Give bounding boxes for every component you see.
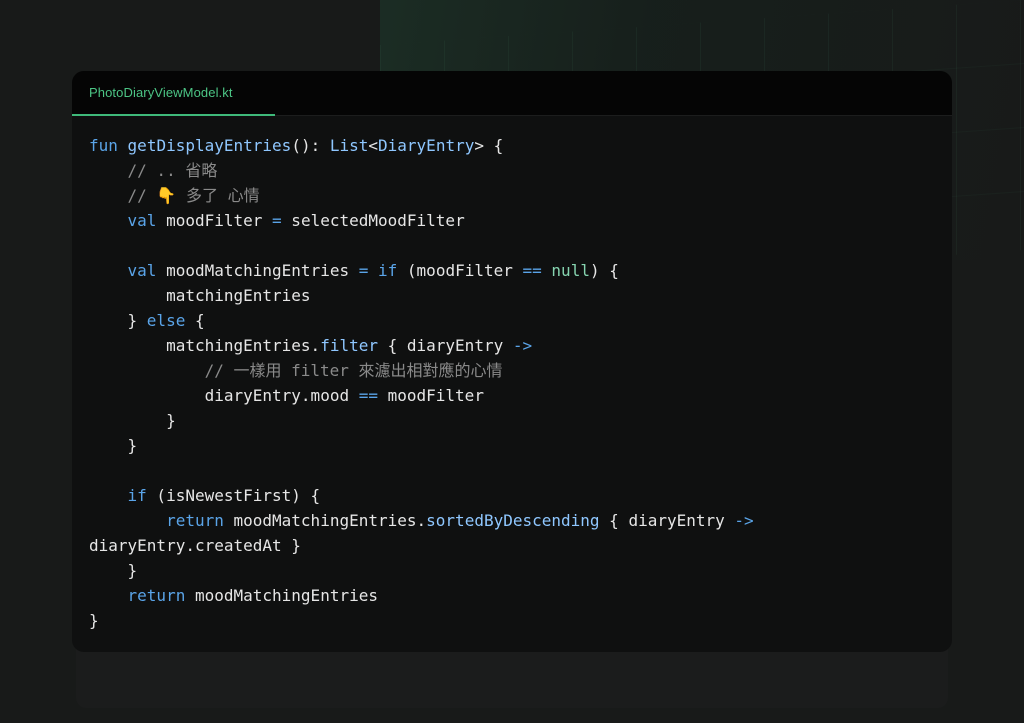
code-token: (): [291, 136, 330, 155]
code-line: diaryEntry.createdAt } [89, 533, 935, 558]
code-token: sortedByDescending [426, 511, 600, 530]
code-token: moodMatchingEntries [156, 261, 359, 280]
code-line: } [89, 558, 935, 583]
tab-bar: PhotoDiaryViewModel.kt [72, 71, 952, 116]
code-token: = [272, 211, 282, 230]
code-token: diaryEntry.mood [89, 386, 359, 405]
code-token: == [358, 386, 378, 405]
code-token: getDisplayEntries [127, 136, 292, 155]
code-token: (isNewestFirst) { [146, 486, 321, 505]
code-line: } [89, 608, 935, 633]
code-token: > { [474, 136, 504, 155]
code-token: fun [89, 136, 118, 155]
code-token: // 👇 多了 心情 [89, 186, 260, 205]
code-line: } [89, 433, 935, 458]
code-token: List [329, 136, 369, 155]
code-token: ) { [589, 261, 619, 280]
code-token: DiaryEntry [378, 136, 475, 155]
code-token: = [358, 261, 369, 280]
code-token: -> [512, 336, 533, 355]
code-line: val moodFilter = selectedMoodFilter [89, 208, 935, 233]
code-line: if (isNewestFirst) { [89, 483, 935, 508]
code-token: } [89, 611, 99, 630]
code-token: diaryEntry.createdAt } [89, 536, 301, 555]
code-token: } [89, 311, 147, 330]
code-token: moodMatchingEntries [185, 586, 378, 605]
code-token: val [127, 261, 157, 280]
code-editor-window: PhotoDiaryViewModel.kt fun getDisplayEnt… [72, 71, 952, 652]
code-token: < [368, 136, 379, 155]
code-token: matchingEntries. [89, 336, 321, 355]
code-token: (moodFilter [397, 261, 523, 280]
code-token: -> [734, 511, 754, 530]
code-token: else [146, 311, 186, 330]
code-token: val [127, 211, 157, 230]
code-token: filter [320, 336, 378, 355]
code-token: } [89, 436, 138, 455]
tab-file[interactable]: PhotoDiaryViewModel.kt [72, 71, 275, 116]
code-token: matchingEntries [89, 286, 311, 305]
code-token: if [378, 261, 398, 280]
code-line: // .. 省略 [89, 158, 935, 183]
code-token: // 一樣用 filter 來濾出相對應的心情 [89, 361, 503, 380]
code-token: moodMatchingEntries. [223, 511, 427, 530]
code-line: // 一樣用 filter 來濾出相對應的心情 [89, 358, 935, 383]
code-token: } [89, 561, 138, 580]
tab-file-label: PhotoDiaryViewModel.kt [89, 85, 233, 100]
code-token: moodFilter [377, 386, 484, 405]
code-line: } [89, 408, 935, 433]
code-token: moodFilter [156, 211, 273, 230]
code-line: return moodMatchingEntries [89, 583, 935, 608]
code-token: return [166, 511, 224, 530]
code-line: val moodMatchingEntries = if (moodFilter… [89, 258, 935, 283]
code-line: } else { [89, 308, 935, 333]
code-token: { diaryEntry [599, 511, 735, 530]
code-token: == [522, 261, 542, 280]
code-token: { [185, 311, 205, 330]
code-token: return [127, 586, 186, 605]
window-shadow [76, 648, 948, 708]
code-token: selectedMoodFilter [281, 211, 465, 230]
code-token: null [551, 261, 590, 280]
code-line: fun getDisplayEntries(): List<DiaryEntry… [89, 133, 935, 158]
code-line: return moodMatchingEntries.sortedByDesce… [89, 508, 935, 533]
code-token: { diaryEntry [377, 336, 513, 355]
code-token: // .. 省略 [89, 161, 218, 180]
code-token: } [89, 411, 176, 430]
code-line: diaryEntry.mood == moodFilter [89, 383, 935, 408]
code-block[interactable]: fun getDisplayEntries(): List<DiaryEntry… [89, 133, 935, 633]
code-line: matchingEntries [89, 283, 935, 308]
code-token: if [127, 486, 147, 505]
code-line: // 👇 多了 心情 [89, 183, 935, 208]
code-line: matchingEntries.filter { diaryEntry -> [89, 333, 935, 358]
